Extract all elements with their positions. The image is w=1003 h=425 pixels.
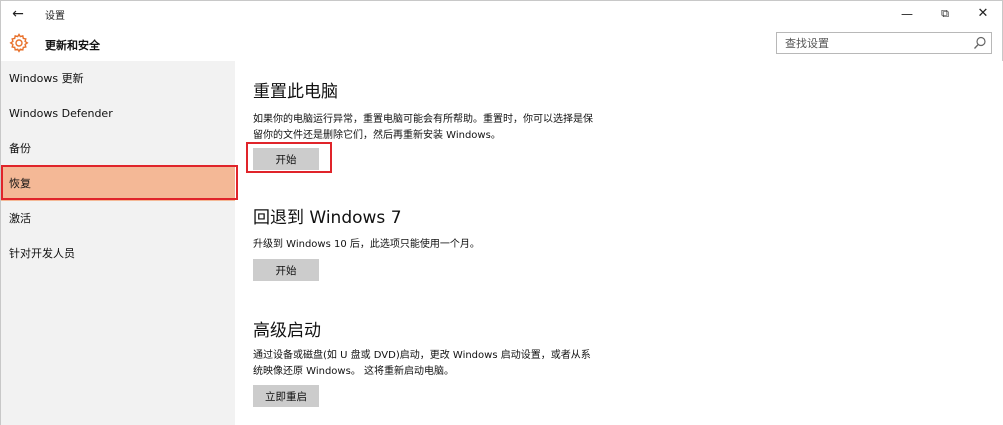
sidebar-item-for-developers[interactable]: 针对开发人员 bbox=[1, 236, 235, 271]
restore-icon: ⧉ bbox=[941, 7, 949, 20]
sidebar: Windows 更新 Windows Defender 备份 恢复 激活 针对开… bbox=[1, 61, 235, 425]
page-title: 更新和安全 bbox=[45, 39, 100, 52]
sidebar-item-label: 恢复 bbox=[9, 177, 31, 190]
section-desc-advanced-startup: 通过设备或磁盘(如 U 盘或 DVD)启动，更改 Windows 启动设置，或者… bbox=[253, 350, 591, 377]
sidebar-item-activation[interactable]: 激活 bbox=[1, 201, 235, 236]
reset-start-button[interactable]: 开始 bbox=[253, 148, 319, 170]
close-icon: ✕ bbox=[977, 6, 989, 21]
window-title: 设置 bbox=[45, 11, 65, 22]
page-header: 更新和安全 bbox=[1, 27, 1002, 61]
back-arrow-icon: ← bbox=[12, 6, 24, 22]
section-desc-go-back: 升级到 Windows 10 后，此选项只能使用一个月。 bbox=[253, 239, 480, 250]
sidebar-item-label: 针对开发人员 bbox=[9, 247, 75, 260]
sidebar-item-windows-defender[interactable]: Windows Defender bbox=[1, 96, 235, 131]
section-title-go-back: 回退到 Windows 7 bbox=[253, 208, 402, 228]
sidebar-item-recovery[interactable]: 恢复 bbox=[1, 166, 235, 201]
search-input[interactable] bbox=[777, 33, 967, 53]
go-back-start-button[interactable]: 开始 bbox=[253, 259, 319, 281]
minimize-icon: — bbox=[901, 7, 913, 21]
sidebar-item-label: 备份 bbox=[9, 142, 31, 155]
sidebar-item-backup[interactable]: 备份 bbox=[1, 131, 235, 166]
section-desc-reset-pc: 如果你的电脑运行异常，重置电脑可能会有所帮助。重置时，你可以选择是保留你的文件还… bbox=[253, 114, 593, 141]
gear-icon bbox=[9, 33, 29, 53]
search-box[interactable] bbox=[776, 32, 992, 54]
section-title-advanced-startup: 高级启动 bbox=[253, 321, 321, 341]
sidebar-item-label: 激活 bbox=[9, 212, 31, 225]
close-button[interactable]: ✕ bbox=[964, 1, 1002, 27]
title-bar: ← 设置 — ⧉ ✕ bbox=[1, 1, 1002, 27]
sidebar-item-label: Windows 更新 bbox=[9, 72, 84, 85]
section-title-reset-pc: 重置此电脑 bbox=[253, 82, 338, 102]
search-icon[interactable] bbox=[973, 36, 987, 50]
maximize-button[interactable]: ⧉ bbox=[926, 1, 964, 27]
sidebar-item-label: Windows Defender bbox=[9, 107, 113, 120]
main-content: 重置此电脑 如果你的电脑运行异常，重置电脑可能会有所帮助。重置时，你可以选择是保… bbox=[235, 61, 1003, 425]
sidebar-item-windows-update[interactable]: Windows 更新 bbox=[1, 61, 235, 96]
settings-window: ← 设置 — ⧉ ✕ 更新和安全 查找设置 Windows 更新 Windows… bbox=[0, 0, 1003, 425]
restart-now-button[interactable]: 立即重启 bbox=[253, 385, 319, 407]
minimize-button[interactable]: — bbox=[888, 1, 926, 27]
back-button[interactable]: ← bbox=[7, 3, 29, 25]
